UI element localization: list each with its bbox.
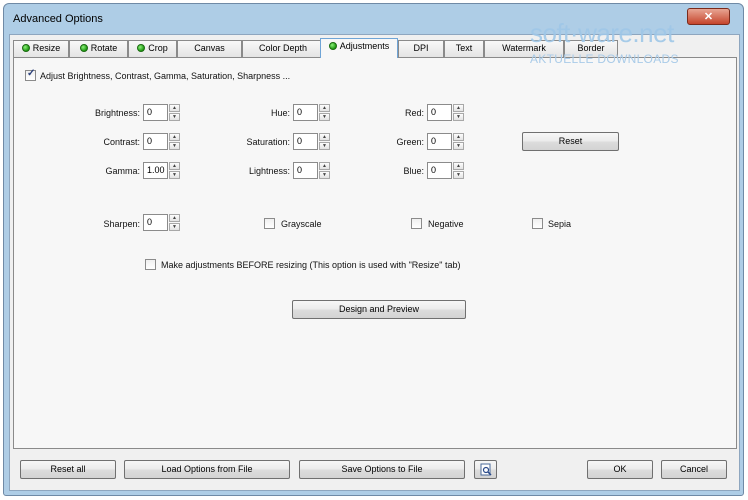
contrast-label: Contrast:	[103, 137, 140, 147]
sepia-label: Sepia	[548, 219, 572, 229]
before-resize-label: Make adjustments BEFORE resizing (This o…	[161, 260, 461, 270]
spin-up-icon[interactable]: ▲	[319, 104, 330, 112]
tab-color-depth[interactable]: Color Depth	[242, 40, 324, 57]
status-dot-icon	[79, 44, 88, 52]
hue-input[interactable]: 0	[293, 104, 318, 121]
gamma-input[interactable]: 1.00	[143, 162, 168, 179]
spin-up-icon[interactable]: ▲	[169, 104, 180, 112]
spin-down-icon[interactable]: ▼	[319, 113, 330, 121]
window-title: Advanced Options	[13, 13, 103, 25]
spin-down-icon[interactable]: ▼	[169, 171, 180, 179]
tab-rotate[interactable]: Rotate	[69, 40, 128, 57]
spin-down-icon[interactable]: ▼	[169, 142, 180, 150]
tab-canvas[interactable]: Canvas	[177, 40, 242, 57]
brightness-label: Brightness:	[94, 108, 140, 118]
contrast-stepper: 0 ▲ ▼	[143, 133, 181, 150]
design-preview-button[interactable]: Design and Preview	[292, 300, 466, 319]
blue-input[interactable]: 0	[427, 162, 452, 179]
spin-up-icon[interactable]: ▲	[169, 214, 180, 222]
brightness-input[interactable]: 0	[143, 104, 168, 121]
spin-down-icon[interactable]: ▼	[319, 142, 330, 150]
spin-down-icon[interactable]: ▼	[169, 113, 180, 121]
saturation-label: Saturation:	[246, 137, 290, 147]
reset-all-button[interactable]: Reset all	[20, 460, 116, 479]
tab-crop[interactable]: Crop	[128, 40, 177, 57]
tab-label: Rotate	[90, 43, 118, 53]
spin-down-icon[interactable]: ▼	[169, 223, 180, 231]
hue-stepper: 0 ▲ ▼	[293, 104, 331, 121]
red-label: Red:	[404, 108, 424, 118]
red-stepper: 0 ▲ ▼	[427, 104, 465, 121]
lightness-input[interactable]: 0	[293, 162, 318, 179]
tab-label: Resize	[32, 43, 61, 53]
grayscale-checkbox[interactable]	[264, 218, 275, 229]
sepia-checkbox[interactable]	[532, 218, 543, 229]
tab-label: DPI	[413, 43, 429, 53]
watermark-tagline: AKTUELLE DOWNLOADS	[530, 52, 679, 66]
close-icon: ✕	[703, 11, 714, 23]
spin-up-icon[interactable]: ▲	[453, 162, 464, 170]
spin-up-icon[interactable]: ▲	[453, 104, 464, 112]
spin-up-icon[interactable]: ▲	[169, 162, 180, 170]
green-label: Green:	[396, 137, 424, 147]
saturation-input[interactable]: 0	[293, 133, 318, 150]
sharpen-input[interactable]: 0	[143, 214, 168, 231]
save-options-button[interactable]: Save Options to File	[299, 460, 465, 479]
watermark-brand: soft·ware.net	[530, 18, 674, 48]
status-dot-icon	[328, 42, 337, 50]
tab-label: Canvas	[194, 43, 225, 53]
tab-resize[interactable]: Resize	[13, 40, 69, 57]
lightness-label: Lightness:	[248, 166, 290, 176]
spin-down-icon[interactable]: ▼	[453, 142, 464, 150]
tab-adjustments[interactable]: Adjustments	[320, 38, 398, 58]
ok-button[interactable]: OK	[587, 460, 653, 479]
status-dot-icon	[21, 44, 30, 52]
adjust-enable-checkbox[interactable]	[25, 68, 36, 81]
close-button[interactable]: ✕	[687, 8, 730, 25]
sharpen-stepper: 0 ▲ ▼	[143, 214, 181, 231]
adjust-enable-label: Adjust Brightness, Contrast, Gamma, Satu…	[40, 71, 291, 81]
tab-label: Color Depth	[258, 43, 308, 53]
reset-button[interactable]: Reset	[522, 132, 619, 151]
brightness-stepper: 0 ▲ ▼	[143, 104, 181, 121]
contrast-input[interactable]: 0	[143, 133, 168, 150]
cancel-button[interactable]: Cancel	[661, 460, 727, 479]
gamma-stepper: 1.00 ▲ ▼	[143, 162, 181, 179]
status-dot-icon	[137, 44, 146, 52]
grayscale-label: Grayscale	[281, 219, 322, 229]
green-input[interactable]: 0	[427, 133, 452, 150]
spin-down-icon[interactable]: ▼	[453, 113, 464, 121]
tab-label: Crop	[148, 43, 168, 53]
sharpen-label: Sharpen:	[103, 219, 140, 229]
magnifier-document-icon	[480, 463, 492, 476]
load-options-button[interactable]: Load Options from File	[124, 460, 290, 479]
blue-label: Blue:	[403, 166, 424, 176]
spin-up-icon[interactable]: ▲	[453, 133, 464, 141]
blue-stepper: 0 ▲ ▼	[427, 162, 465, 179]
lightness-stepper: 0 ▲ ▼	[293, 162, 331, 179]
tab-dpi[interactable]: DPI	[398, 40, 444, 57]
spin-up-icon[interactable]: ▲	[319, 162, 330, 170]
saturation-stepper: 0 ▲ ▼	[293, 133, 331, 150]
negative-checkbox[interactable]	[411, 218, 422, 229]
spin-up-icon[interactable]: ▲	[319, 133, 330, 141]
spin-up-icon[interactable]: ▲	[169, 133, 180, 141]
red-input[interactable]: 0	[427, 104, 452, 121]
gamma-label: Gamma:	[105, 166, 140, 176]
preview-file-button[interactable]	[474, 460, 497, 479]
spin-down-icon[interactable]: ▼	[453, 171, 464, 179]
hue-label: Hue:	[270, 108, 290, 118]
green-stepper: 0 ▲ ▼	[427, 133, 465, 150]
tab-label: Text	[455, 43, 473, 53]
negative-label: Negative	[428, 219, 464, 229]
tab-text[interactable]: Text	[444, 40, 484, 57]
before-resize-checkbox[interactable]	[145, 259, 156, 270]
tab-label: Adjustments	[339, 41, 390, 51]
spin-down-icon[interactable]: ▼	[319, 171, 330, 179]
